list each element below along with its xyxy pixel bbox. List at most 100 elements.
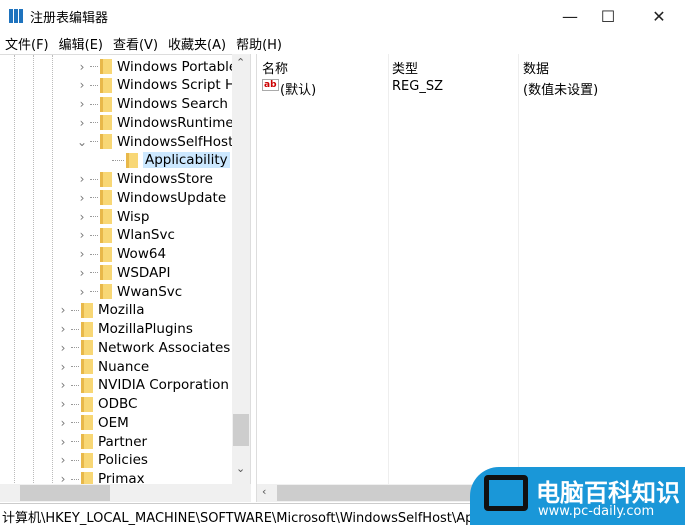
value-row[interactable]: ab (默认) REG_SZ (数值未设置) xyxy=(257,78,685,98)
chevron-right-icon[interactable]: › xyxy=(76,172,88,186)
tree-connector xyxy=(71,309,79,311)
tree-connector xyxy=(90,197,98,199)
column-name[interactable]: 名称 xyxy=(262,58,288,77)
values-pane[interactable]: 名称 类型 数据 ab (默认) REG_SZ (数值未设置) xyxy=(256,54,685,502)
tree-item[interactable]: › WlanSvc xyxy=(76,226,175,245)
monitor-icon xyxy=(484,475,528,511)
tree-item[interactable]: › Windows Portable xyxy=(76,57,238,76)
tree-item-label: Nuance xyxy=(98,358,150,375)
maximize-button[interactable]: ☐ xyxy=(585,0,631,32)
tree-item[interactable]: › Wisp xyxy=(76,207,150,226)
menu-file[interactable]: 文件(F) xyxy=(0,34,54,53)
tree-item-label: Windows Portable xyxy=(117,58,238,75)
tree-item-label: WindowsSelfHost xyxy=(117,133,234,150)
tree-item-label: ODBC xyxy=(98,396,138,412)
tree-item-label: Partner xyxy=(98,433,148,450)
tree-item[interactable]: › MozillaPlugins xyxy=(57,320,193,339)
chevron-right-icon[interactable]: › xyxy=(76,97,88,111)
folder-icon xyxy=(81,396,93,412)
chevron-right-icon[interactable]: › xyxy=(76,247,88,261)
tree-connector xyxy=(71,478,79,480)
tree-connector xyxy=(90,103,98,105)
folder-icon xyxy=(81,340,93,356)
tree-item[interactable]: › Wow64 xyxy=(76,245,166,264)
tree-item[interactable]: › Partner xyxy=(57,432,147,451)
values-hscroll-thumb[interactable] xyxy=(277,485,477,501)
scroll-left-icon[interactable]: ‹ xyxy=(262,485,266,498)
column-data[interactable]: 数据 xyxy=(523,58,549,77)
folder-icon xyxy=(81,302,93,318)
menu-view[interactable]: 查看(V) xyxy=(108,34,163,53)
value-type: REG_SZ xyxy=(392,79,443,94)
window-title: 注册表编辑器 xyxy=(30,11,109,26)
tree-item-label: Wisp xyxy=(117,208,150,225)
menu-edit[interactable]: 编辑(E) xyxy=(54,34,108,53)
folder-icon xyxy=(81,415,93,431)
chevron-right-icon[interactable]: › xyxy=(57,416,69,430)
chevron-right-icon[interactable]: › xyxy=(57,397,69,411)
chevron-right-icon[interactable]: › xyxy=(76,228,88,242)
folder-icon xyxy=(100,190,112,206)
tree-item[interactable]: › WindowsStore xyxy=(76,170,213,189)
tree-item-label: Applicability xyxy=(143,152,230,169)
tree-connector xyxy=(71,384,79,386)
registry-tree[interactable]: › Windows Portable › Windows Script H › Windo… xyxy=(0,54,251,502)
tree-item[interactable]: ⌄ WindowsSelfHost xyxy=(76,132,233,151)
tree-connector xyxy=(112,159,124,161)
tree-horizontal-scrollbar[interactable] xyxy=(0,484,251,502)
tree-item[interactable]: › Network Associates xyxy=(57,338,231,357)
menu-favorites[interactable]: 收藏夹(A) xyxy=(163,34,231,53)
chevron-right-icon[interactable]: › xyxy=(76,266,88,280)
chevron-down-icon[interactable]: ⌄ xyxy=(76,135,88,149)
tree-connector xyxy=(90,66,98,67)
folder-icon xyxy=(100,265,112,281)
tree-item[interactable]: › Nuance xyxy=(57,357,150,376)
chevron-right-icon[interactable]: › xyxy=(57,303,69,317)
folder-icon xyxy=(81,321,93,337)
tree-item-label: Windows Search xyxy=(117,96,228,112)
chevron-right-icon[interactable]: › xyxy=(57,341,69,355)
tree-item[interactable]: › ODBC xyxy=(57,395,138,414)
tree-item-label: WindowsStore xyxy=(117,171,213,187)
tree-item[interactable]: Applicability xyxy=(110,151,230,170)
tree-item[interactable]: › OEM xyxy=(57,413,129,432)
tree-item[interactable]: › WindowsRuntime xyxy=(76,113,234,132)
folder-icon xyxy=(100,96,112,112)
tree-item-label: WindowsUpdate xyxy=(117,189,227,206)
tree-item-label: MozillaPlugins xyxy=(98,321,193,337)
chevron-right-icon[interactable]: › xyxy=(76,60,88,74)
folder-icon xyxy=(100,77,112,93)
chevron-right-icon[interactable]: › xyxy=(76,78,88,92)
tree-connector xyxy=(71,441,79,442)
tree-item[interactable]: › WSDAPI xyxy=(76,263,171,282)
menu-help[interactable]: 帮助(H) xyxy=(231,34,287,53)
watermark-title: 电脑百科知识 xyxy=(536,479,680,507)
close-button[interactable]: ✕ xyxy=(636,0,682,32)
column-type[interactable]: 类型 xyxy=(392,58,418,77)
chevron-right-icon[interactable]: › xyxy=(76,191,88,205)
tree-item[interactable]: › WindowsUpdate xyxy=(76,188,227,207)
scroll-up-icon[interactable]: ⌃ xyxy=(236,56,245,69)
scroll-down-icon[interactable]: ⌄ xyxy=(236,462,245,475)
tree-connector xyxy=(90,216,98,217)
tree-item[interactable]: › Windows Search xyxy=(76,95,228,114)
tree-hscroll-thumb[interactable] xyxy=(20,485,110,501)
tree-connector xyxy=(90,272,98,274)
folder-icon xyxy=(81,359,93,374)
tree-connector xyxy=(90,253,98,255)
chevron-right-icon[interactable]: › xyxy=(57,453,69,467)
chevron-right-icon[interactable]: › xyxy=(76,285,88,299)
chevron-right-icon[interactable]: › xyxy=(57,378,69,392)
tree-item[interactable]: › Mozilla xyxy=(57,301,145,320)
chevron-right-icon[interactable]: › xyxy=(57,322,69,336)
chevron-right-icon[interactable]: › xyxy=(57,435,69,449)
chevron-right-icon[interactable]: › xyxy=(57,360,69,374)
chevron-right-icon[interactable]: › xyxy=(76,210,88,224)
tree-scroll-thumb[interactable] xyxy=(233,414,249,446)
tree-item[interactable]: › WwanSvc xyxy=(76,282,183,301)
watermark-logo: 电脑百科知识 www.pc-daily.com xyxy=(470,467,685,525)
tree-item[interactable]: › Windows Script H xyxy=(76,76,236,95)
tree-item[interactable]: › Policies xyxy=(57,451,148,470)
tree-item[interactable]: › NVIDIA Corporation xyxy=(57,376,229,395)
chevron-right-icon[interactable]: › xyxy=(76,116,88,130)
